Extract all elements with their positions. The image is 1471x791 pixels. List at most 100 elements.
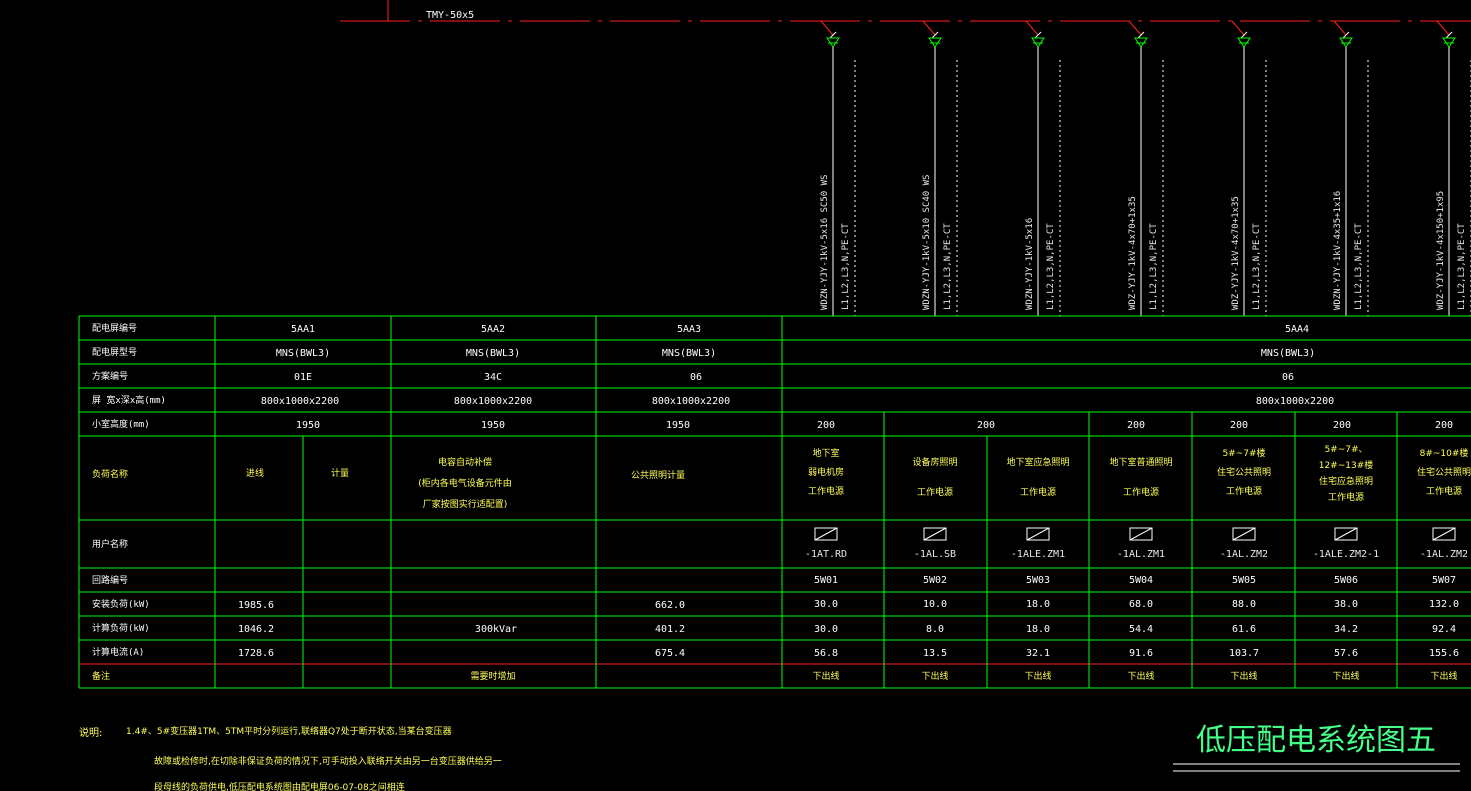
load-name-line: 工作电源: [1328, 491, 1364, 503]
panel-no-5aa3: 5AA3: [677, 324, 701, 335]
calc-current: 57.6: [1334, 648, 1358, 659]
calc-load: 8.0: [926, 624, 944, 635]
feeder-phase-text: L1,L2,L3,N,PE-CT: [943, 223, 953, 310]
panel-model-5aa1: MNS(BWL3): [276, 348, 330, 359]
incoming-label: 进线: [246, 467, 264, 479]
box-diagonal: [1129, 527, 1153, 541]
room-5aa4-4: 200: [1230, 420, 1248, 431]
load-name-line: 住宅公共照明: [1417, 466, 1471, 478]
room-5aa2: 1950: [481, 420, 505, 431]
notes-line-3: 段母线的负荷供电,低压配电系统图由配电屏06-07-08之间相连: [154, 781, 405, 791]
circuit-no: 5W04: [1129, 575, 1153, 586]
row-header-circuit-no: 回路编号: [92, 574, 128, 586]
feeder-5: WDZ-YJY-1kV-4x70+1x35 L1,L2,L3,N,PE-CT: [1231, 20, 1267, 316]
calc-current: 32.1: [1026, 648, 1050, 659]
row-header-user-name: 用户名称: [92, 538, 128, 550]
circuit-columns: 地下室弱电机房工作电源-1AT.RD5W0130.030.056.8下出线设备房…: [805, 445, 1471, 682]
feeder-cable-text: WDZ-YJY-1kV-4x150+1x95: [1436, 191, 1446, 310]
circuit-column-2: 设备房照明工作电源 -1AL.SB 5W02 10.0 8.0 13.5 下出线: [912, 456, 957, 682]
row-header-remarks: 备注: [92, 670, 110, 682]
breaker-stub: [1333, 20, 1347, 36]
feeder-phase-text: L1,L2,L3,N,PE-CT: [1252, 223, 1262, 310]
room-5aa4-5: 200: [1333, 420, 1351, 431]
feeder-group: WDZN-YJY-1kV-5x16 SC50 WS L1,L2,L3,N,PE-C…: [820, 20, 1471, 316]
row-header-panel-model: 配电屏型号: [92, 346, 137, 358]
feeder-6: WDZN-YJY-1kV-4x35+1x16 L1,L2,L3,N,PE-CT: [1333, 20, 1369, 316]
calc-load: 54.4: [1129, 624, 1153, 635]
breaker-stub: [1436, 20, 1450, 36]
circuit-column-4: 地下室普通照明工作电源 -1AL.ZM1 5W04 68.0 54.4 91.6 下出线: [1109, 456, 1172, 682]
installed-load: 30.0: [814, 599, 838, 610]
feeder-phase-text: L1,L2,L3,N,PE-CT: [1046, 223, 1056, 310]
user-name: -1AL.ZM1: [1117, 549, 1165, 560]
scheme-5aa2: 34C: [484, 372, 502, 383]
static-columns: 进线 计量 电容自动补偿 (柜内各电气设备元件由 厂家按图实行适配置) 公共照明…: [246, 456, 685, 510]
room-5aa4-6: 200: [1435, 420, 1453, 431]
scheme-5aa1: 01E: [294, 372, 312, 383]
room-5aa4-2: 200: [977, 420, 995, 431]
remark: 下出线: [1024, 670, 1051, 682]
row-header-panel-no: 配电屏编号: [92, 322, 137, 334]
size-5aa4: 800x1000x2200: [1256, 396, 1334, 407]
drawing-title: 低压配电系统图五: [1196, 723, 1436, 758]
feeder-phase-text: L1,L2,L3,N,PE-CT: [1149, 223, 1159, 310]
row-header-calc-current: 计算电流(A): [92, 646, 144, 658]
panel-no-5aa4: 5AA4: [1285, 324, 1309, 335]
capacitor-label-2: (柜内各电气设备元件由: [418, 477, 512, 489]
user-name: -1ALE.ZM2-1: [1313, 549, 1379, 560]
feeder-cable-text: WDZN-YJY-1kV-5x16 SC50 WS: [820, 175, 830, 310]
feeder-cable-text: WDZN-YJY-1kV-4x35+1x16: [1333, 191, 1343, 310]
circuit-column-7: 8#~10#楼住宅公共照明工作电源 -1AL.ZM2 5W07 132.0 92.4 15…: [1417, 447, 1471, 682]
capacitor-label-1: 电容自动补偿: [438, 456, 492, 468]
notes-line-1: 1.4#、5#变压器1TM、5TM平时分列运行,联络器Q7处于断开状态,当某台变…: [126, 725, 452, 737]
load-name-line: 住宅应急照明: [1319, 475, 1373, 487]
breaker-stub: [1231, 20, 1245, 36]
row-headers: 配电屏编号 配电屏型号 方案编号 屏 宽x深x高(mm) 小室高度(mm) 负荷…: [92, 322, 166, 682]
breaker-stub: [922, 20, 936, 36]
remark: 下出线: [1430, 670, 1457, 682]
capacitor-remark: 需要时增加: [470, 670, 515, 682]
box-diagonal: [1232, 527, 1256, 541]
load-name-line: 地下室应急照明: [1006, 456, 1069, 468]
remark: 下出线: [921, 670, 948, 682]
load-name-line: 地下室普通照明: [1109, 456, 1172, 468]
row-header-room-width: 小室高度(mm): [92, 418, 150, 430]
box-diagonal: [1432, 527, 1456, 541]
load-name-line: 5#~7#楼: [1222, 447, 1265, 459]
panel-no-5aa1: 5AA1: [291, 324, 315, 335]
remark: 下出线: [1127, 670, 1154, 682]
calc-load: 30.0: [814, 624, 838, 635]
feeder-cable-text: WDZN-YJY-1kV-5x10 SC40 WS: [922, 175, 932, 310]
load-name-line: 工作电源: [1123, 486, 1159, 498]
installed-load: 18.0: [1026, 599, 1050, 610]
load-name-line: 5#~7#、: [1324, 445, 1367, 455]
feeder-cable-text: WDZN-YJY-1kV-5x16: [1025, 218, 1035, 310]
installed-load: 132.0: [1429, 599, 1459, 610]
load-name-line: 工作电源: [808, 485, 844, 497]
breaker-stub: [1025, 20, 1039, 36]
lighting-calc-current: 675.4: [655, 648, 685, 659]
box-diagonal: [1334, 527, 1358, 541]
cad-drawing: TMY-50x5 WDZN-YJY-1kV-5x16 SC50 WS L1,L2,…: [78, 0, 1471, 791]
calc-load: 61.6: [1232, 624, 1256, 635]
circuit-column-6: 5#~7#、 12#~13#楼住宅应急照明工作电源 -1ALE.ZM2-1 5W06 3…: [1313, 445, 1379, 682]
installed-load: 10.0: [923, 599, 947, 610]
distribution-table: 配电屏编号 配电屏型号 方案编号 屏 宽x深x高(mm) 小室高度(mm) 负荷…: [78, 315, 1471, 689]
lighting-calc-load: 401.2: [655, 624, 685, 635]
user-name: -1AL.ZM2: [1220, 549, 1268, 560]
load-name-line: 地下室: [812, 447, 839, 459]
row-header-calc-load: 计算负荷(kW): [92, 622, 150, 634]
panel-model-5aa4: MNS(BWL3): [1261, 348, 1315, 359]
circuit-no: 5W01: [814, 575, 838, 586]
lighting-meter-label: 公共照明计量: [631, 469, 685, 481]
breaker-stub: [1128, 20, 1142, 36]
remark: 下出线: [1332, 670, 1359, 682]
calc-current: 56.8: [814, 648, 838, 659]
calc-current: 103.7: [1229, 648, 1259, 659]
static-values: 1985.6 1046.2 1728.6 300kVar 需要时增加 662.0…: [238, 600, 685, 682]
notes: 说明: 1.4#、5#变压器1TM、5TM平时分列运行,联络器Q7处于断开状态,…: [79, 725, 502, 791]
user-name: -1AL.ZM2: [1420, 549, 1468, 560]
box-diagonal: [814, 527, 838, 541]
panel-model-5aa3: MNS(BWL3): [662, 348, 716, 359]
feeder-7: WDZ-YJY-1kV-4x150+1x95 L1,L2,L3,N,PE-CT: [1436, 20, 1471, 316]
